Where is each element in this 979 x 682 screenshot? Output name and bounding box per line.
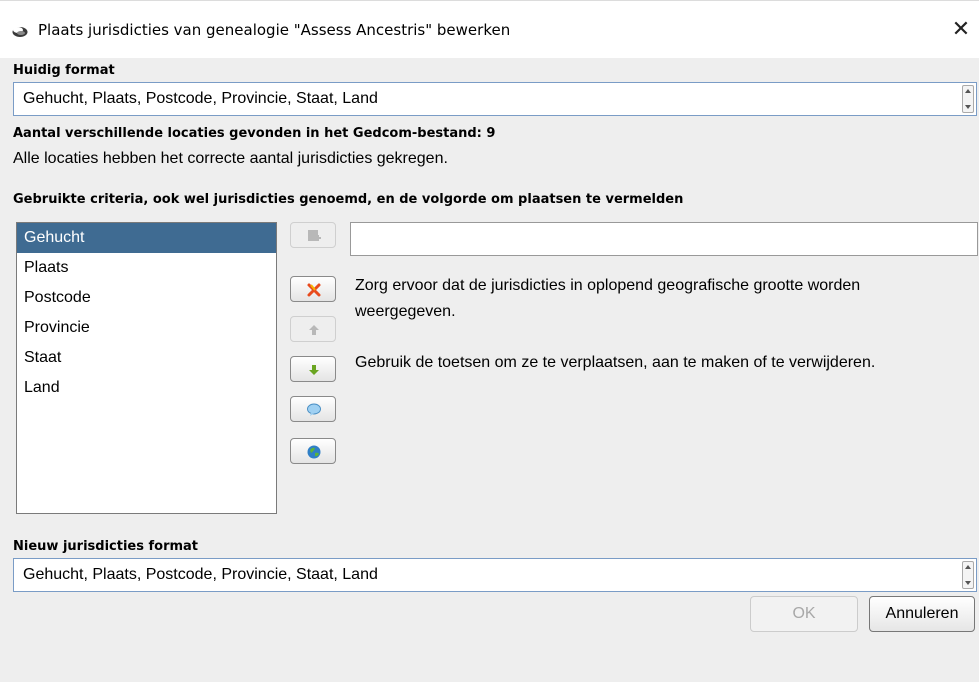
current-format-label: Huidig format <box>13 63 115 78</box>
criteria-label: Gebruikte criteria, ook wel jurisdicties… <box>13 192 684 207</box>
location-count: Aantal verschillende locaties gevonden i… <box>13 126 496 141</box>
current-format-field[interactable]: Gehucht, Plaats, Postcode, Provincie, St… <box>13 82 977 116</box>
new-format-value: Gehucht, Plaats, Postcode, Provincie, St… <box>23 566 378 583</box>
help-line-1: Zorg ervoor dat de jurisdicties in oplop… <box>355 277 861 294</box>
ancestris-logo-icon <box>12 27 28 37</box>
help-line-2: weergegeven. <box>355 303 456 320</box>
list-item[interactable]: Provincie <box>17 313 276 343</box>
speech-bubble-button[interactable] <box>290 396 336 422</box>
list-item[interactable]: Land <box>17 373 276 403</box>
new-format-spinner[interactable] <box>962 561 974 589</box>
delete-button[interactable] <box>290 276 336 302</box>
jurisdiction-list[interactable]: Gehucht Plaats Postcode Provincie Staat … <box>16 222 277 514</box>
title-bar: Plaats jurisdicties van genealogie "Asse… <box>0 0 979 58</box>
arrow-up-icon <box>309 325 319 335</box>
jurisdiction-edit-field[interactable] <box>350 222 978 256</box>
move-up-button[interactable] <box>290 316 336 342</box>
close-icon[interactable]: ✕ <box>946 15 976 45</box>
current-format-spinner[interactable] <box>962 85 974 113</box>
dialog-content: Huidig format Gehucht, Plaats, Postcode,… <box>0 58 979 682</box>
ok-button[interactable]: OK <box>750 596 858 632</box>
move-down-button[interactable] <box>290 356 336 382</box>
current-format-value: Gehucht, Plaats, Postcode, Provincie, St… <box>23 90 378 107</box>
speech-bubble-icon <box>307 403 321 416</box>
new-format-label: Nieuw jurisdicties format <box>13 539 199 554</box>
globe-button[interactable] <box>290 438 336 464</box>
list-item[interactable]: Postcode <box>17 283 276 313</box>
cancel-button[interactable]: Annuleren <box>869 596 975 632</box>
new-format-field[interactable]: Gehucht, Plaats, Postcode, Provincie, St… <box>13 558 977 592</box>
add-button[interactable] <box>290 222 336 248</box>
help-line-3: Gebruik de toetsen om ze te verplaatsen,… <box>355 354 876 371</box>
list-item[interactable]: Gehucht <box>17 223 276 253</box>
list-item[interactable]: Staat <box>17 343 276 373</box>
globe-icon <box>307 445 321 459</box>
status-message: Alle locaties hebben het correcte aantal… <box>13 150 448 167</box>
list-item[interactable]: Plaats <box>17 253 276 283</box>
add-icon <box>308 230 321 241</box>
delete-icon <box>307 283 321 297</box>
arrow-down-icon <box>309 365 319 375</box>
window-title: Plaats jurisdicties van genealogie "Asse… <box>38 21 511 39</box>
